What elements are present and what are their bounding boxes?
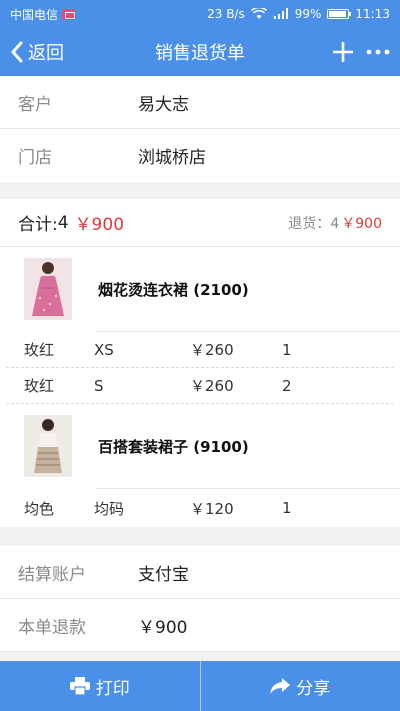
spec-size: 均码	[94, 499, 125, 518]
store-value: 浏城桥店	[138, 148, 206, 168]
items-card: 合计: 4 ￥900 退货：4 ￥900 烟花烫连衣裙 (2100) 玫红 XS…	[0, 199, 400, 527]
back-button[interactable]: 返回	[0, 39, 64, 65]
status-bar: 中国电信 23 B/s 99% 11:13	[0, 0, 400, 28]
return-summary-label: 退货：4	[288, 215, 340, 232]
customer-value: 易大志	[138, 94, 189, 115]
battery-percent: 99%	[294, 7, 322, 21]
settlement-card: 结算账户 支付宝 本单退款 ￥900	[0, 546, 400, 652]
account-row[interactable]: 结算账户 支付宝	[0, 546, 400, 599]
refund-value: ￥900	[138, 617, 188, 638]
summary-row: 合计: 4 ￥900 退货：4 ￥900	[0, 199, 400, 247]
product-thumbnail	[24, 415, 72, 477]
sim-icon	[62, 8, 77, 20]
spec-row: 均色 均码 ￥120 1	[0, 489, 400, 527]
spec-qty: 2	[282, 376, 292, 395]
share-icon	[270, 678, 291, 694]
customer-row[interactable]: 客户 易大志	[0, 76, 400, 129]
spec-qty: 1	[282, 499, 292, 517]
battery-icon	[327, 9, 352, 19]
spec-price: ￥120	[190, 499, 234, 518]
spec-price: ￥260	[190, 341, 234, 359]
product-name: 百搭套装裙子 (9100)	[98, 437, 249, 456]
return-summary-amount: ￥900	[341, 215, 382, 232]
printer-icon	[69, 677, 90, 695]
clock: 11:13	[355, 7, 390, 21]
spec-size: S	[94, 376, 104, 395]
back-label: 返回	[28, 43, 64, 64]
product-item[interactable]: 烟花烫连衣裙 (2100)	[0, 247, 400, 331]
product-item[interactable]: 百搭套装裙子 (9100)	[0, 404, 400, 488]
network-speed: 23 B/s	[207, 7, 245, 21]
product-name: 烟花烫连衣裙 (2100)	[98, 280, 249, 299]
spec-qty: 1	[282, 340, 292, 359]
carrier-info: 中国电信	[10, 6, 77, 23]
more-icon[interactable]	[366, 48, 390, 56]
refund-row: 本单退款 ￥900	[0, 599, 400, 652]
total-count: 4	[57, 212, 69, 233]
spec-color: 玫红	[24, 341, 55, 359]
share-button[interactable]: 分享	[201, 661, 400, 711]
spec-row: 玫红 XS ￥260 1	[0, 332, 400, 367]
refund-label: 本单退款	[18, 617, 86, 638]
print-label: 打印	[95, 678, 130, 699]
add-icon[interactable]	[332, 41, 354, 63]
spec-size: XS	[94, 340, 114, 359]
account-label: 结算账户	[18, 564, 86, 585]
wifi-icon	[250, 8, 267, 19]
total-label: 合计:	[18, 215, 58, 235]
order-info-card: 客户 易大志 门店 浏城桥店	[0, 76, 400, 182]
total-amount: ￥900	[74, 215, 125, 235]
spec-row: 玫红 S ￥260 2	[0, 368, 400, 403]
store-label: 门店	[18, 148, 52, 168]
signal-icon	[273, 8, 288, 19]
carrier-name: 中国电信	[10, 7, 59, 22]
bottom-action-bar: 打印 分享	[0, 661, 400, 711]
print-button[interactable]: 打印	[0, 661, 200, 711]
chevron-left-icon	[11, 41, 23, 63]
spec-color: 均色	[24, 499, 55, 518]
spec-color: 玫红	[24, 377, 55, 395]
spec-price: ￥260	[190, 377, 234, 395]
product-thumbnail	[24, 258, 72, 320]
store-row[interactable]: 门店 浏城桥店	[0, 129, 400, 182]
account-value: 支付宝	[138, 564, 189, 585]
nav-bar: 返回 销售退货单	[0, 28, 400, 76]
share-label: 分享	[296, 678, 331, 699]
customer-label: 客户	[18, 94, 52, 115]
